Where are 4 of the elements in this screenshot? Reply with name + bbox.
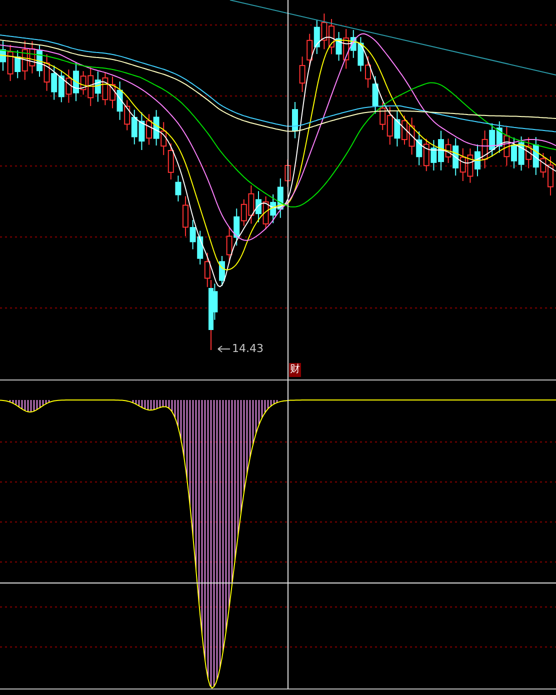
candlestick <box>292 101 298 139</box>
low-price-label: 14.43 <box>232 342 264 356</box>
price-arrow-icon <box>218 346 230 352</box>
event-marker[interactable]: 财 <box>289 363 301 377</box>
